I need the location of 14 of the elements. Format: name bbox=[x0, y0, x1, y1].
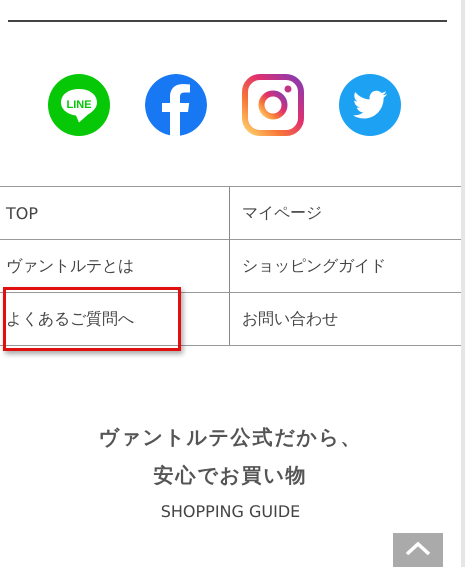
instagram-icon[interactable] bbox=[242, 74, 304, 136]
promo-heading: ヴァントルテ公式だから、 bbox=[98, 424, 362, 451]
promo-subtitle[interactable]: SHOPPING GUIDE bbox=[160, 502, 300, 521]
chevron-up-icon bbox=[405, 541, 431, 555]
promo-heading: 安心でお買い物 bbox=[154, 462, 308, 489]
nav-link[interactable]: マイページ bbox=[242, 202, 322, 224]
nav-link[interactable]: お問い合わせ bbox=[242, 308, 338, 330]
nav-link[interactable]: TOP bbox=[6, 204, 38, 222]
nav-link[interactable]: ヴァントルテとは bbox=[6, 256, 134, 276]
scroll-top-button[interactable] bbox=[393, 533, 443, 567]
nav-link[interactable]: よくあるご質問へ bbox=[6, 308, 134, 330]
facebook-icon[interactable] bbox=[145, 74, 207, 136]
bird-icon[interactable] bbox=[339, 74, 401, 136]
nav-link[interactable]: ショッピングガイド bbox=[242, 256, 386, 276]
